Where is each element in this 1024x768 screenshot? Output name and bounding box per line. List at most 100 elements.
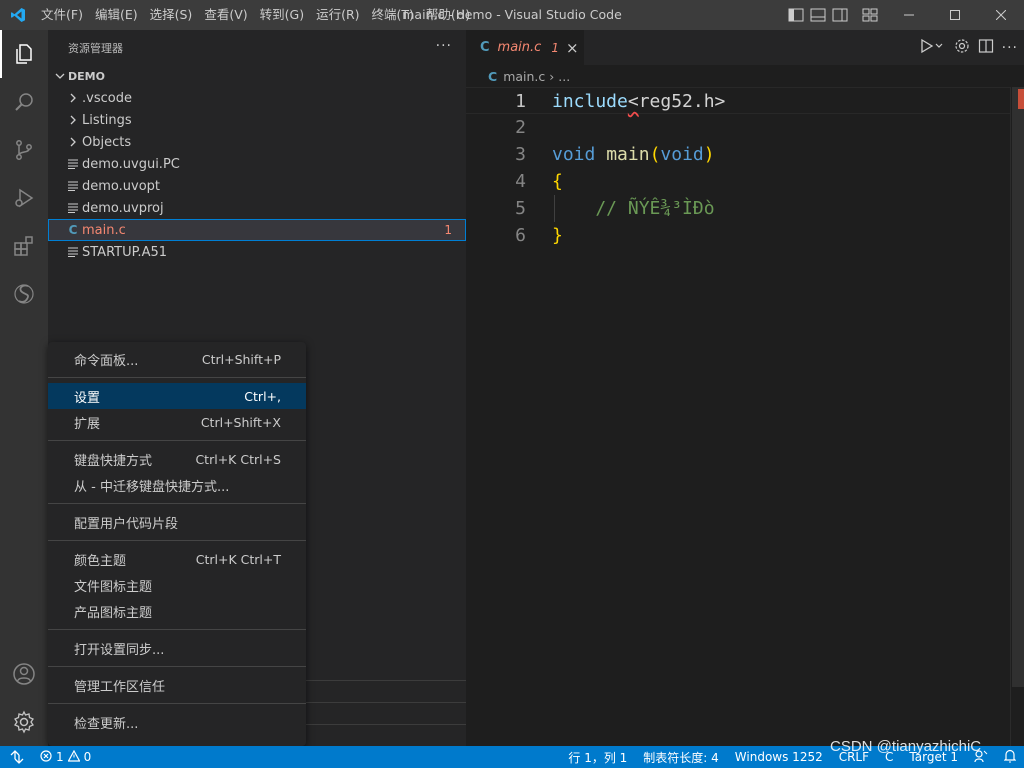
extensions-icon[interactable] — [0, 222, 48, 270]
editor-scrollbar[interactable] — [1010, 87, 1024, 746]
explorer-header: 资源管理器 ··· — [48, 30, 466, 65]
customize-layout-icon[interactable] — [862, 8, 878, 22]
code-editor[interactable]: 1 include<reg52.h> 2 3 void main(void) 4… — [466, 87, 1020, 746]
tree-item-demo-uvproj[interactable]: demo.uvproj — [48, 197, 466, 219]
tab-size[interactable]: 制表符长度: 4 — [635, 749, 727, 766]
close-tab-icon[interactable]: × — [566, 39, 579, 57]
tree-item-demo-uvopt[interactable]: demo.uvopt — [48, 175, 466, 197]
menu-item-file-icon-theme[interactable]: 文件图标主题 — [48, 572, 306, 598]
tree-item-vscode[interactable]: .vscode — [48, 87, 466, 109]
menu-separator — [48, 666, 306, 667]
toggle-panel-icon[interactable] — [810, 8, 826, 22]
line-number: 2 — [515, 117, 526, 138]
menu-item-settings-sync[interactable]: 打开设置同步... — [48, 635, 306, 661]
tree-item-label: demo.uvgui.PC — [82, 156, 180, 172]
menu-item-shortcut: Ctrl+Shift+X — [200, 414, 281, 430]
maximize-icon[interactable] — [932, 0, 978, 30]
menu-item-label: 颜色主题 — [74, 553, 127, 569]
menu-item-user-snippets[interactable]: 配置用户代码片段 — [48, 509, 306, 535]
line-number: 4 — [515, 171, 526, 192]
menu-item-command-palette[interactable]: 命令面板... Ctrl+Shift+P — [48, 346, 306, 372]
tab-main-c[interactable]: C main.c 1 × — [466, 30, 584, 65]
menu-run[interactable]: 运行(R) — [310, 0, 365, 30]
close-window-icon[interactable] — [978, 0, 1024, 30]
menu-item-label: 打开设置同步... — [74, 642, 165, 658]
menu-help[interactable]: 帮助(H) — [420, 0, 476, 30]
tree-item-label: Objects — [82, 134, 132, 150]
tab-bar: C main.c 1 × ··· — [466, 30, 1024, 65]
menu-item-label: 检查更新... — [74, 716, 139, 732]
tab-problem-count: 1 — [551, 40, 559, 55]
breadcrumb-symbol[interactable]: ... — [558, 69, 570, 84]
code-token: include — [552, 91, 628, 112]
scrollbar-thumb[interactable] — [1012, 87, 1024, 687]
problem-count-badge: 1 — [444, 223, 452, 237]
remote-explorer-icon[interactable] — [0, 270, 48, 318]
code-line: 1 include<reg52.h> — [466, 87, 1020, 114]
title-bar: 文件(F) 编辑(E) 选择(S) 查看(V) 转到(G) 运行(R) 终端(T… — [0, 0, 1024, 30]
menu-edit[interactable]: 编辑(E) — [89, 0, 144, 30]
menu-item-settings[interactable]: 设置 Ctrl+, — [48, 383, 306, 409]
menu-item-check-updates[interactable]: 检查更新... — [48, 709, 306, 735]
menu-item-product-icon-theme[interactable]: 产品图标主题 — [48, 598, 306, 624]
split-editor-icon[interactable] — [978, 38, 994, 58]
minimize-icon[interactable] — [886, 0, 932, 30]
breadcrumb-file[interactable]: main.c — [503, 69, 545, 84]
menu-item-migrate-keybindings[interactable]: 从 - 中迁移键盘快捷方式... — [48, 472, 306, 498]
code-token: void — [552, 144, 596, 165]
c-file-icon: C — [488, 68, 498, 84]
menu-item-color-theme[interactable]: 颜色主题 Ctrl+K Ctrl+T — [48, 546, 306, 572]
file-encoding[interactable]: Windows 1252 — [727, 750, 831, 764]
cursor-position[interactable]: 行 1，列 1 — [560, 749, 635, 766]
menu-item-workspace-trust[interactable]: 管理工作区信任 — [48, 672, 306, 698]
toggle-secondary-sidebar-icon[interactable] — [832, 8, 848, 22]
code-token: main — [606, 144, 650, 165]
explorer-icon[interactable] — [0, 30, 48, 78]
warning-count: 0 — [83, 750, 92, 764]
tree-item-objects[interactable]: Objects — [48, 131, 466, 153]
tree-item-label: .vscode — [82, 90, 132, 106]
menu-view[interactable]: 查看(V) — [198, 0, 253, 30]
menu-selection[interactable]: 选择(S) — [144, 0, 199, 30]
tree-item-startup[interactable]: STARTUP.A51 — [48, 241, 466, 263]
menu-item-label: 键盘快捷方式 — [74, 453, 153, 469]
search-icon[interactable] — [0, 78, 48, 126]
remote-indicator-icon[interactable] — [0, 746, 34, 768]
menu-item-label: 从 - 中迁移键盘快捷方式... — [74, 479, 230, 495]
menu-item-keyboard-shortcuts[interactable]: 键盘快捷方式 Ctrl+K Ctrl+S — [48, 446, 306, 472]
toggle-sidebar-icon[interactable] — [788, 8, 804, 22]
menu-separator — [48, 503, 306, 504]
settings-gear-icon[interactable] — [954, 38, 970, 58]
workspace-name: DEMO — [68, 69, 105, 83]
code-text: { — [552, 171, 563, 192]
chevron-down-icon — [52, 71, 68, 81]
notifications-bell-icon[interactable] — [996, 749, 1024, 766]
c-file-icon: C — [68, 223, 78, 237]
workspace-section[interactable]: DEMO — [48, 65, 466, 87]
tree-item-demo-uvgui[interactable]: demo.uvgui.PC — [48, 153, 466, 175]
menu-terminal[interactable]: 终端(T) — [366, 0, 420, 30]
code-line: 2 — [466, 114, 1020, 141]
more-actions-icon[interactable]: ··· — [436, 38, 452, 54]
problems-indicator[interactable]: 1 0 — [34, 749, 97, 765]
tree-item-main-c[interactable]: C main.c 1 — [48, 219, 466, 241]
menu-item-shortcut: Ctrl+K Ctrl+T — [195, 551, 281, 567]
editor-area: C main.c 1 × ··· C main.c › ... 1 includ… — [466, 30, 1024, 746]
code-text: void main(void) — [552, 141, 715, 168]
manage-gear-icon[interactable] — [0, 698, 48, 746]
breadcrumb: C main.c › ... — [466, 65, 1024, 87]
code-token: < — [627, 91, 639, 112]
menu-file[interactable]: 文件(F) — [35, 0, 89, 30]
run-debug-icon[interactable] — [0, 174, 48, 222]
tree-item-listings[interactable]: Listings — [48, 109, 466, 131]
more-editor-actions-icon[interactable]: ··· — [1002, 40, 1018, 56]
menu-item-extensions[interactable]: 扩展 Ctrl+Shift+X — [48, 409, 306, 435]
menu-separator — [48, 629, 306, 630]
account-icon[interactable] — [0, 650, 48, 698]
source-control-icon[interactable] — [0, 126, 48, 174]
menu-go[interactable]: 转到(G) — [254, 0, 310, 30]
tab-label: main.c — [497, 40, 542, 55]
menu-item-shortcut: Ctrl+K Ctrl+S — [195, 451, 281, 467]
run-file-icon[interactable] — [920, 38, 946, 58]
code-text: } — [552, 225, 563, 246]
